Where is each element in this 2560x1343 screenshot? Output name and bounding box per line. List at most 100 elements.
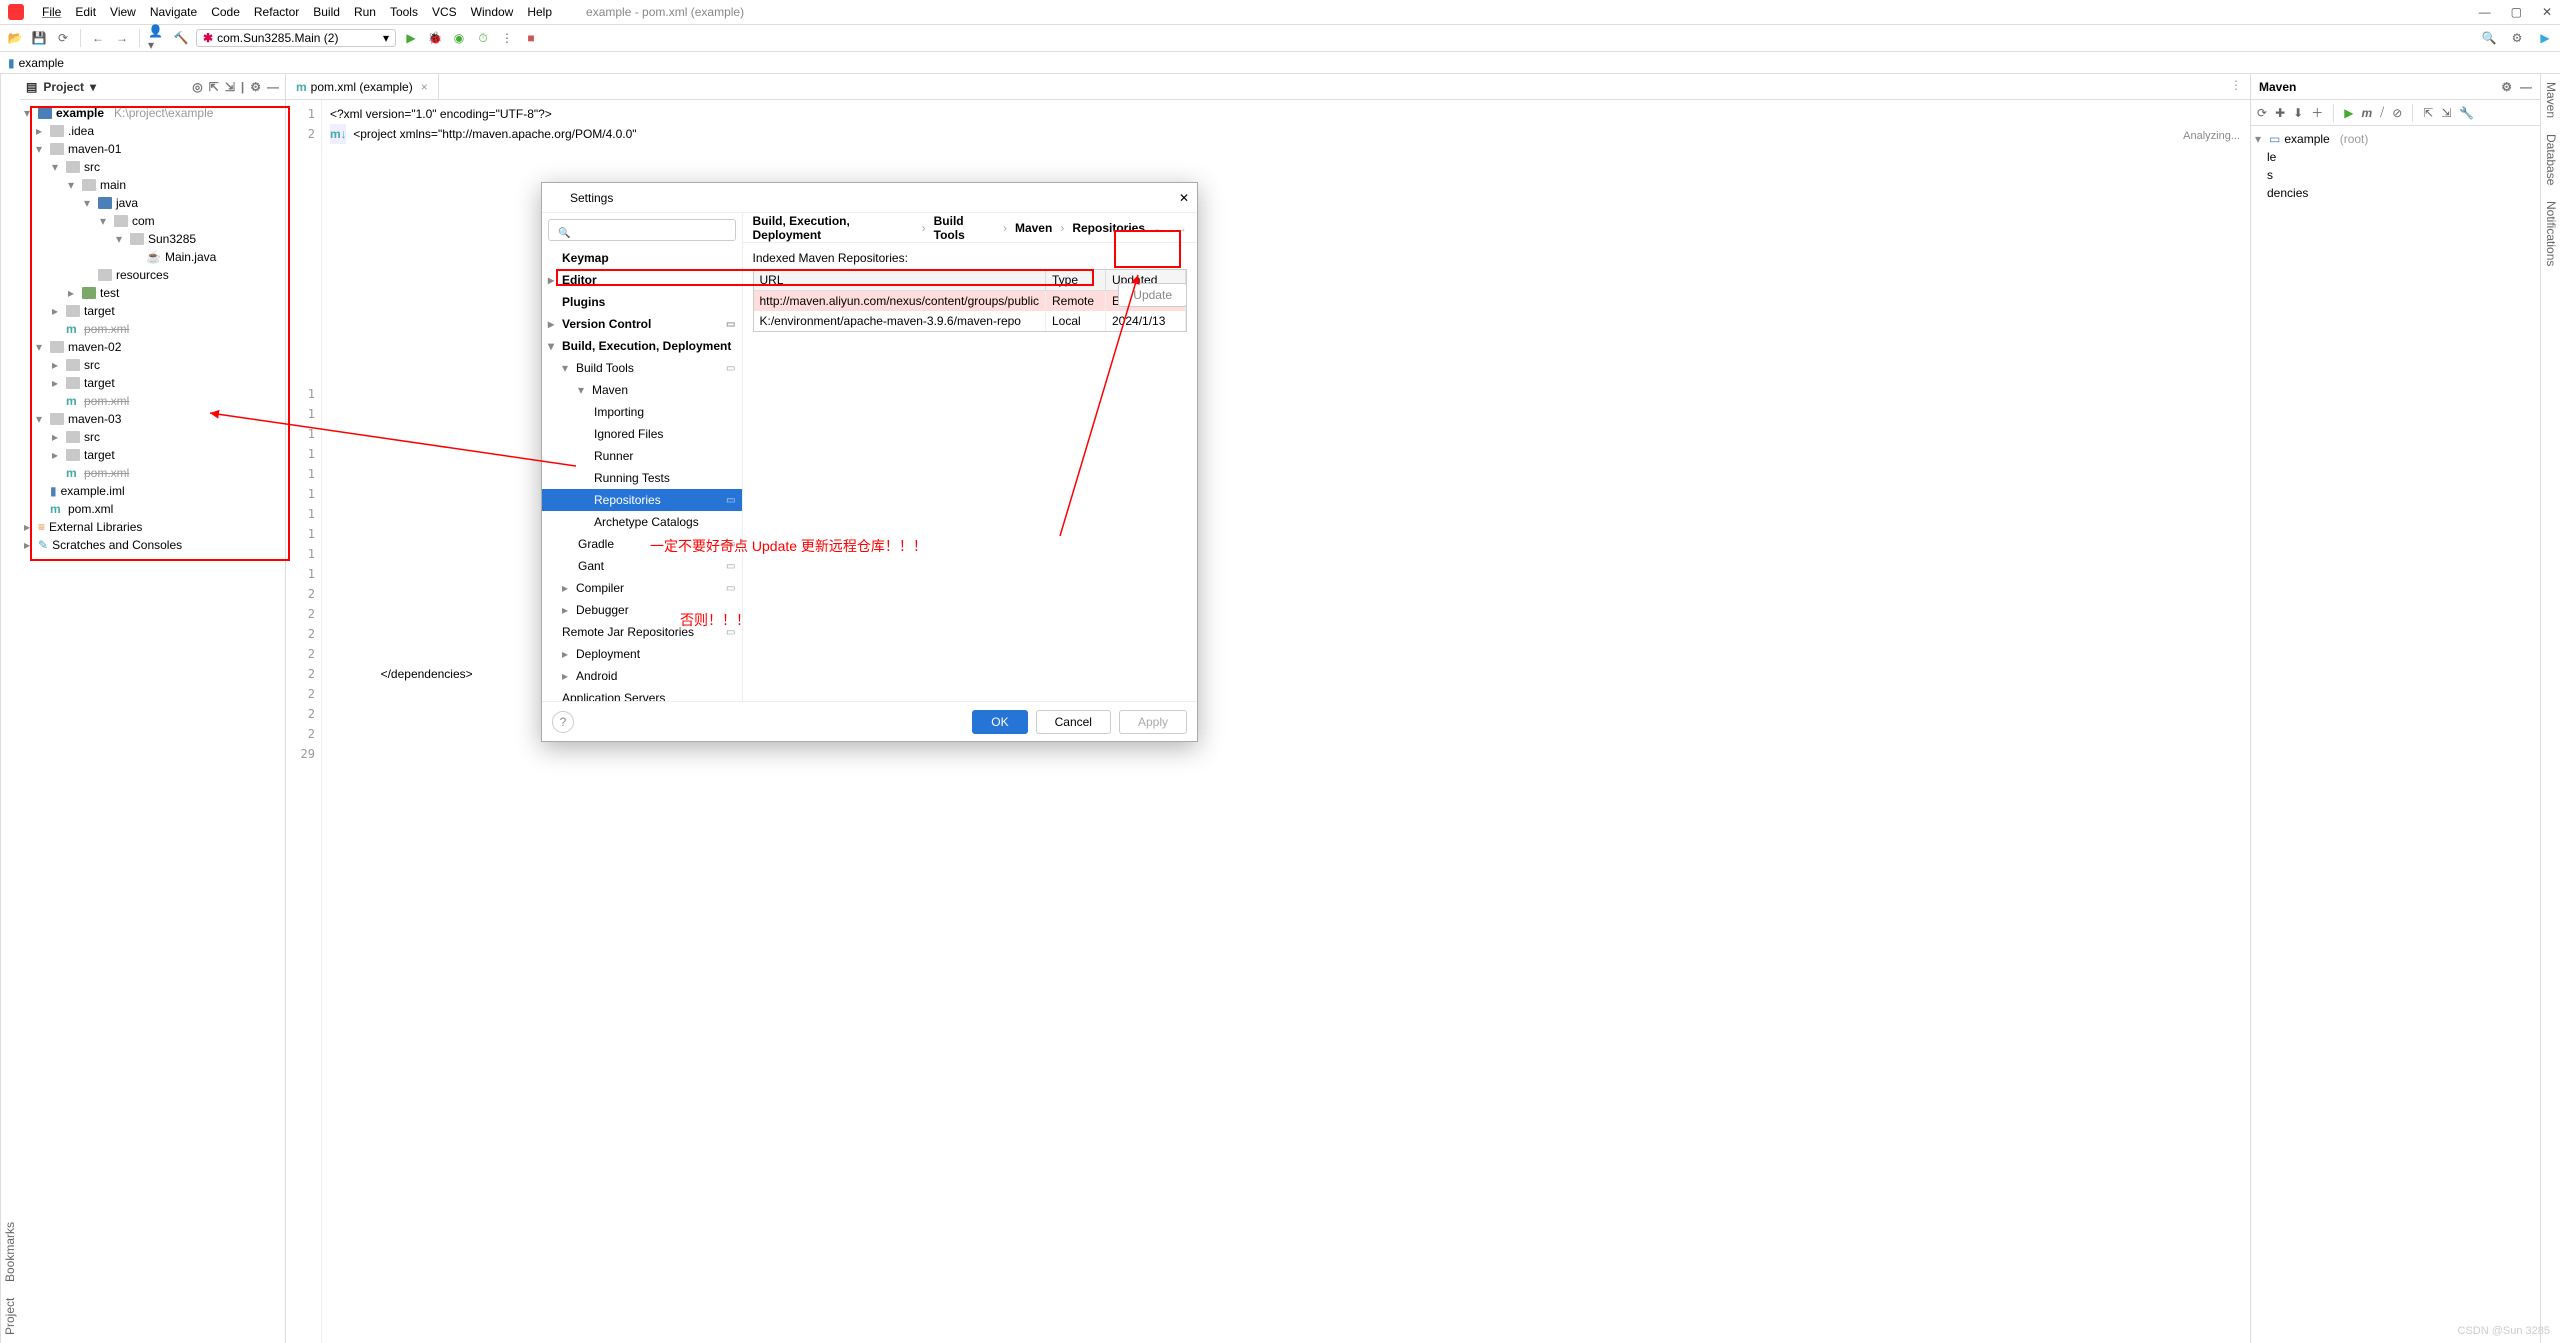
- menu-code[interactable]: Code: [211, 5, 240, 19]
- tree-src[interactable]: src: [84, 160, 100, 174]
- bc-bt[interactable]: Build Tools: [934, 214, 995, 242]
- tree-test[interactable]: test: [100, 286, 119, 300]
- gear-icon[interactable]: ⚙: [2501, 80, 2512, 94]
- stop-icon[interactable]: ■: [522, 29, 540, 47]
- st-appservers[interactable]: Application Servers: [542, 687, 742, 701]
- project-tab-title[interactable]: Project: [43, 80, 84, 94]
- tree-scratches[interactable]: Scratches and Consoles: [52, 538, 182, 552]
- update-button[interactable]: Update: [1118, 283, 1187, 307]
- dialog-close-icon[interactable]: ✕: [1179, 191, 1189, 205]
- menu-vcs[interactable]: VCS: [432, 5, 457, 19]
- bc-bed[interactable]: Build, Execution, Deployment: [753, 214, 914, 242]
- tree-src2[interactable]: src: [84, 358, 100, 372]
- st-gant[interactable]: Gant▭: [542, 555, 742, 577]
- rail-database[interactable]: Database: [2543, 134, 2558, 185]
- editor-tab[interactable]: m pom.xml (example) ×: [286, 74, 439, 99]
- tree-maven01[interactable]: maven-01: [68, 142, 121, 156]
- expand-icon[interactable]: ⇱: [2423, 106, 2433, 120]
- close-tab-icon[interactable]: ×: [421, 80, 428, 94]
- ok-button[interactable]: OK: [972, 710, 1027, 734]
- menu-file[interactable]: File: [42, 5, 61, 19]
- tree-target2[interactable]: target: [84, 376, 115, 390]
- rail-maven[interactable]: Maven: [2543, 82, 2558, 118]
- menu-run[interactable]: Run: [354, 5, 376, 19]
- tree-sun[interactable]: Sun3285: [148, 232, 196, 246]
- st-gradle[interactable]: Gradle▭: [542, 533, 742, 555]
- run-icon[interactable]: ▶: [2344, 106, 2353, 120]
- run-config-selector[interactable]: ✱ com.Sun3285.Main (2) ▾: [196, 29, 396, 47]
- settings-tree[interactable]: Keymap ▸Editor Plugins ▸Version Control▭…: [542, 247, 742, 701]
- tree-maven02[interactable]: maven-02: [68, 340, 121, 354]
- settings-icon[interactable]: ⚙: [2508, 29, 2526, 47]
- tree-pom2[interactable]: pom.xml: [84, 394, 129, 408]
- tree-idea[interactable]: .idea: [68, 124, 94, 138]
- nav-bar[interactable]: ▮ example: [0, 52, 2560, 74]
- m-icon[interactable]: m: [2361, 106, 2372, 120]
- menu-refactor[interactable]: Refactor: [254, 5, 299, 19]
- more-run-icon[interactable]: ⋮: [498, 29, 516, 47]
- minimize-icon[interactable]: —: [2479, 5, 2491, 19]
- maven-partial[interactable]: le: [2267, 150, 2276, 164]
- chevron-down-icon[interactable]: ▾: [90, 80, 96, 94]
- st-compiler[interactable]: ▸Compiler▭: [542, 577, 742, 599]
- bc-mvn[interactable]: Maven: [1015, 221, 1052, 235]
- settings-search-input[interactable]: [548, 219, 736, 241]
- st-vcs[interactable]: ▸Version Control▭: [542, 313, 742, 335]
- generate-icon[interactable]: ✚: [2275, 106, 2285, 120]
- forward-icon[interactable]: →: [113, 29, 131, 47]
- bc-fwd-icon[interactable]: →: [1175, 221, 1187, 235]
- person-icon[interactable]: 👤▾: [148, 29, 166, 47]
- menu-view[interactable]: View: [110, 5, 136, 19]
- st-buildtools[interactable]: ▾Build Tools▭: [542, 357, 742, 379]
- tree-mainjava[interactable]: Main.java: [165, 250, 216, 264]
- repo-row-local[interactable]: K:/environment/apache-maven-3.9.6/maven-…: [754, 311, 1187, 331]
- offline-icon[interactable]: ⊘: [2392, 106, 2402, 120]
- maven-partial[interactable]: dencies: [2267, 186, 2308, 200]
- tab-more-icon[interactable]: ⋮: [2222, 74, 2250, 99]
- play-icon[interactable]: ▶: [2536, 29, 2554, 47]
- tree-java[interactable]: java: [116, 196, 138, 210]
- tree-target3[interactable]: target: [84, 448, 115, 462]
- tree-src3[interactable]: src: [84, 430, 100, 444]
- st-ignored[interactable]: Ignored Files: [542, 423, 742, 445]
- menu-navigate[interactable]: Navigate: [150, 5, 197, 19]
- st-archetype[interactable]: Archetype Catalogs: [542, 511, 742, 533]
- st-editor[interactable]: ▸Editor: [542, 269, 742, 291]
- st-plugins[interactable]: Plugins: [542, 291, 742, 313]
- col-url[interactable]: URL: [754, 270, 1047, 291]
- skip-icon[interactable]: ⧸: [2380, 105, 2384, 120]
- collapse-icon[interactable]: ⇲: [2441, 106, 2451, 120]
- tree-iml[interactable]: example.iml: [61, 484, 125, 498]
- tree-main[interactable]: main: [100, 178, 126, 192]
- sync-icon[interactable]: ⟳: [54, 29, 72, 47]
- wrench-icon[interactable]: 🔧: [2459, 106, 2474, 120]
- gear-icon[interactable]: ⚙: [250, 80, 261, 94]
- menu-build[interactable]: Build: [313, 5, 340, 19]
- st-maven[interactable]: ▾Maven: [542, 379, 742, 401]
- search-icon[interactable]: 🔍: [2480, 29, 2498, 47]
- reload-icon[interactable]: ⟳: [2257, 106, 2267, 120]
- run-icon[interactable]: ▶: [402, 29, 420, 47]
- breadcrumb-item[interactable]: example: [19, 56, 64, 70]
- tree-resources[interactable]: resources: [116, 268, 169, 282]
- menu-tools[interactable]: Tools: [390, 5, 418, 19]
- close-icon[interactable]: ✕: [2542, 5, 2552, 19]
- save-icon[interactable]: 💾: [30, 29, 48, 47]
- st-debugger[interactable]: ▸Debugger: [542, 599, 742, 621]
- root-module[interactable]: example: [56, 106, 104, 120]
- menu-help[interactable]: Help: [527, 5, 552, 19]
- rail-project[interactable]: Project: [3, 1298, 18, 1335]
- st-android[interactable]: ▸Android: [542, 665, 742, 687]
- tree-pom-root[interactable]: pom.xml: [68, 502, 113, 516]
- target-icon[interactable]: ◎: [192, 80, 202, 94]
- debug-icon[interactable]: 🐞: [426, 29, 444, 47]
- expand-icon[interactable]: ⇱: [209, 80, 219, 94]
- open-icon[interactable]: 📂: [6, 29, 24, 47]
- rail-bookmarks[interactable]: Bookmarks: [3, 1222, 18, 1282]
- hide-icon[interactable]: —: [2520, 80, 2532, 94]
- st-deployment[interactable]: ▸Deployment: [542, 643, 742, 665]
- st-runner[interactable]: Runner: [542, 445, 742, 467]
- col-type[interactable]: Type: [1046, 270, 1106, 291]
- back-icon[interactable]: ←: [89, 29, 107, 47]
- apply-button[interactable]: Apply: [1119, 710, 1187, 734]
